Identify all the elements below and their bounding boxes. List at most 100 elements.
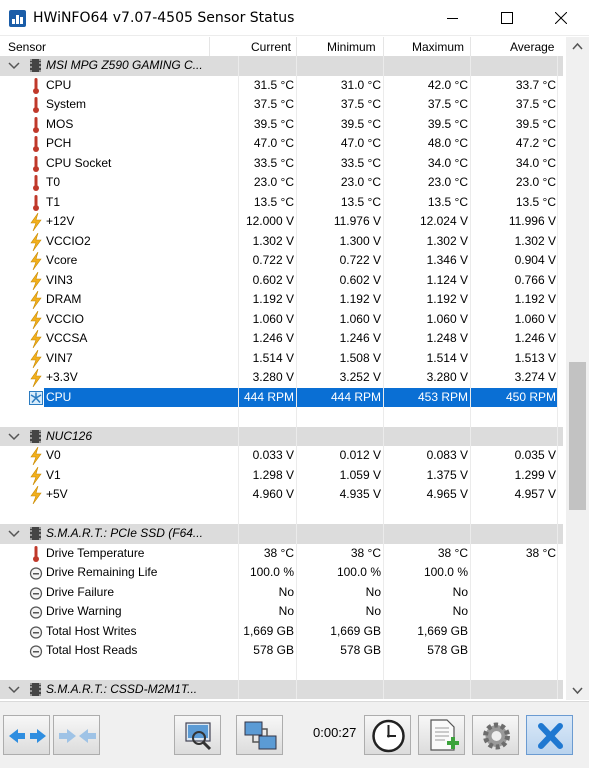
sensor-row[interactable]: Drive Failure No No No xyxy=(0,583,563,603)
sensor-group-row[interactable]: NUC126 xyxy=(0,426,563,446)
maximum-value: 38 °C xyxy=(437,545,468,560)
report-button[interactable] xyxy=(174,715,221,755)
sensor-row[interactable]: PCH 47.0 °C 47.0 °C 48.0 °C 47.2 °C xyxy=(0,134,563,154)
maximum-value: 1,669 GB xyxy=(417,623,468,638)
sensor-row[interactable]: VCCIO2 1.302 V 1.300 V 1.302 V 1.302 V xyxy=(0,232,563,252)
logging-button[interactable] xyxy=(418,715,465,755)
minimize-button[interactable] xyxy=(429,0,475,36)
chip-icon xyxy=(30,59,41,72)
chevron-down-icon[interactable] xyxy=(8,432,20,441)
sensor-row[interactable]: VIN7 1.514 V 1.508 V 1.514 V 1.513 V xyxy=(0,349,563,369)
average-value: 1.192 V xyxy=(514,292,556,306)
column-minimum[interactable]: Minimum xyxy=(327,40,376,54)
sensor-row[interactable]: Drive Temperature 38 °C 38 °C 38 °C 38 °C xyxy=(0,544,563,564)
sensor-row[interactable]: +5V 4.960 V 4.935 V 4.965 V 4.957 V xyxy=(0,485,563,505)
close-sensors-button[interactable] xyxy=(526,715,573,755)
scrollbar-thumb[interactable] xyxy=(569,362,586,510)
chevron-down-icon[interactable] xyxy=(8,686,20,694)
scroll-up-button[interactable] xyxy=(566,37,589,56)
thermometer-icon xyxy=(29,96,43,114)
settings-button[interactable] xyxy=(472,715,519,755)
sensor-row[interactable]: T0 23.0 °C 23.0 °C 23.0 °C 23.0 °C xyxy=(0,173,563,193)
column-current[interactable]: Current xyxy=(251,40,291,54)
average-value: 37.5 °C xyxy=(515,97,556,111)
current-value: 37.5 °C xyxy=(253,97,294,111)
sensor-row[interactable]: Drive Warning No No No xyxy=(0,602,563,622)
average-value: 1.060 V xyxy=(514,311,556,326)
close-icon xyxy=(555,12,567,24)
sensor-group-row[interactable]: S.M.A.R.T.: PCIe SSD (F64... xyxy=(0,524,563,544)
maximum-value: 453 RPM xyxy=(417,389,468,404)
sensor-row[interactable]: V1 1.298 V 1.059 V 1.375 V 1.299 V xyxy=(0,466,563,486)
sensor-row[interactable]: CPU 444 RPM 444 RPM 453 RPM 450 RPM xyxy=(0,387,563,407)
current-value: 578 GB xyxy=(253,643,294,657)
sensor-group-row[interactable]: S.M.A.R.T.: CSSD-M2M1T... xyxy=(0,680,563,699)
collapse-all-button[interactable] xyxy=(53,715,100,755)
minimum-value: 1.059 V xyxy=(339,467,381,482)
minimum-value: 31.0 °C xyxy=(340,77,381,92)
sensor-row[interactable]: +12V 12.000 V 11.976 V 12.024 V 11.996 V xyxy=(0,212,563,232)
average-value xyxy=(471,602,556,622)
maximum-value: 37.5 °C xyxy=(427,97,468,111)
network-computers-icon xyxy=(244,721,277,750)
chip-icon xyxy=(30,527,41,540)
maximum-value: 4.965 V xyxy=(426,487,468,501)
minimum-value: 1.508 V xyxy=(339,350,381,365)
sensor-row[interactable]: T1 13.5 °C 13.5 °C 13.5 °C 13.5 °C xyxy=(0,193,563,213)
minimum-value: 1.300 V xyxy=(339,233,381,248)
average-value: 1.246 V xyxy=(514,331,556,345)
sensor-row[interactable]: Total Host Writes 1,669 GB 1,669 GB 1,669 G… xyxy=(0,622,563,642)
sensor-row[interactable]: CPU 31.5 °C 31.0 °C 42.0 °C 33.7 °C xyxy=(0,76,563,96)
sensor-group-row[interactable]: MSI MPG Z590 GAMING C... xyxy=(0,56,563,76)
sensor-row[interactable]: Vcore 0.722 V 0.722 V 1.346 V 0.904 V xyxy=(0,251,563,271)
vertical-scrollbar[interactable] xyxy=(566,37,589,700)
sensor-row[interactable]: DRAM 1.192 V 1.192 V 1.192 V 1.192 V xyxy=(0,290,563,310)
sensor-row[interactable]: Drive Remaining Life 100.0 % 100.0 % 100.0 … xyxy=(0,563,563,583)
network-button[interactable] xyxy=(236,715,283,755)
minimum-value: 0.012 V xyxy=(339,448,381,462)
minimum-value: 47.0 °C xyxy=(340,136,381,150)
column-maximum[interactable]: Maximum xyxy=(412,40,464,54)
current-value: 1,669 GB xyxy=(243,623,294,638)
minimum-value: 1.192 V xyxy=(339,292,381,306)
gear-icon xyxy=(483,722,510,750)
window-close-button[interactable] xyxy=(537,0,583,36)
maximum-value: No xyxy=(452,604,468,618)
sensor-row[interactable]: VCCSA 1.246 V 1.246 V 1.248 V 1.246 V xyxy=(0,329,563,349)
average-value: 3.274 V xyxy=(514,370,556,384)
current-value: 1.246 V xyxy=(252,331,294,345)
sensor-table[interactable]: MSI MPG Z590 GAMING C... CPU 31.5 °C 31.0 °… xyxy=(0,56,563,699)
lightning-bolt-icon xyxy=(29,251,43,271)
sensor-row[interactable]: VIN3 0.602 V 0.602 V 1.124 V 0.766 V xyxy=(0,271,563,291)
lightning-bolt-icon xyxy=(29,329,43,349)
average-value: 13.5 °C xyxy=(515,194,556,209)
lightning-bolt-icon xyxy=(29,212,43,232)
average-value: 1.302 V xyxy=(514,233,556,248)
current-value: 12.000 V xyxy=(245,214,294,228)
sensor-row[interactable]: V0 0.033 V 0.012 V 0.083 V 0.035 V xyxy=(0,446,563,466)
current-value: 0.033 V xyxy=(252,448,294,462)
sensor-row[interactable]: MOS 39.5 °C 39.5 °C 39.5 °C 39.5 °C xyxy=(0,115,563,135)
chevron-down-icon[interactable] xyxy=(8,530,20,538)
monitor-magnifier-icon xyxy=(185,722,212,751)
scroll-down-button[interactable] xyxy=(566,681,589,700)
maximize-button[interactable] xyxy=(483,0,529,36)
column-average[interactable]: Average xyxy=(510,40,554,54)
maximum-value: 1.514 V xyxy=(426,350,468,365)
sensor-row[interactable]: VCCIO 1.060 V 1.060 V 1.060 V 1.060 V xyxy=(0,310,563,330)
chip-icon xyxy=(30,429,41,443)
sensor-row[interactable]: +3.3V 3.280 V 3.252 V 3.280 V 3.274 V xyxy=(0,368,563,388)
timer-reset-button[interactable] xyxy=(364,715,411,755)
column-sensor[interactable]: Sensor xyxy=(8,40,46,54)
expand-all-button[interactable] xyxy=(3,715,50,755)
current-value: 13.5 °C xyxy=(253,194,294,209)
sensor-row[interactable]: Total Host Reads 578 GB 578 GB 578 GB xyxy=(0,641,563,661)
sensor-row[interactable]: System 37.5 °C 37.5 °C 37.5 °C 37.5 °C xyxy=(0,95,563,115)
lightning-bolt-icon xyxy=(29,232,43,251)
thermometer-icon xyxy=(29,135,43,153)
sensor-row[interactable]: CPU Socket 33.5 °C 33.5 °C 34.0 °C 34.0 °C xyxy=(0,154,563,174)
sensor-group-name: S.M.A.R.T.: PCIe SSD (F64... xyxy=(46,526,203,540)
status-circle-icon xyxy=(29,623,43,641)
maximum-value: 1.192 V xyxy=(426,292,468,306)
chevron-down-icon[interactable] xyxy=(8,62,20,70)
